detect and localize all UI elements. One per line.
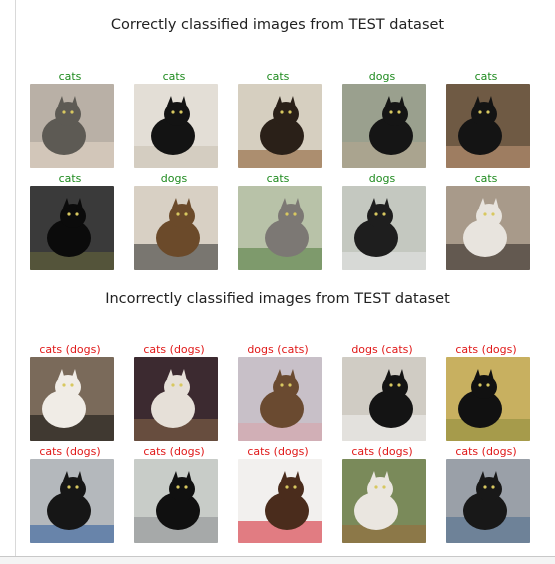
incorrect-image-cell: cats (dogs) [126, 445, 222, 543]
correct-image-cell: cats [230, 172, 326, 270]
correct-image-cell: dogs [334, 70, 430, 168]
black-kitten-held-photo [446, 84, 530, 168]
output-footer-strip [0, 557, 555, 564]
correct-image-cell: cats [22, 70, 118, 168]
prediction-label: cats (dogs) [247, 445, 309, 458]
black-dog-on-grass-photo [446, 357, 530, 441]
correct-image-cell: cats [126, 70, 222, 168]
shepherd-dog-indoors-photo [134, 186, 218, 270]
grey-cat-with-plant-photo [238, 186, 322, 270]
correct-section-title: Correctly classified images from TEST da… [110, 17, 445, 33]
prediction-label: cats [58, 70, 82, 83]
tortoiseshell-cat-in-crate-photo [238, 357, 322, 441]
correct-image-cell: dogs [126, 172, 222, 270]
black-puppy-on-gravel-photo [342, 84, 426, 168]
prediction-label: dogs [368, 70, 396, 83]
prediction-label: cats (dogs) [351, 445, 413, 458]
correct-image-cell: cats [438, 70, 534, 168]
incorrect-image-cell: cats (dogs) [126, 343, 222, 441]
prediction-label: dogs [160, 172, 188, 185]
correct-image-cell: cats [230, 70, 326, 168]
calico-cat-photo [446, 186, 530, 270]
beagle-puppy-on-grass-photo [342, 459, 426, 543]
black-dog-on-leash-photo [30, 459, 114, 543]
black-dog-in-room-photo [446, 459, 530, 543]
prediction-label: cats [474, 172, 498, 185]
incorrect-section-title: Incorrectly classified images from TEST … [105, 291, 450, 307]
incorrect-image-cell: cats (dogs) [22, 445, 118, 543]
black-white-puppy-photo [30, 357, 114, 441]
correct-image-cell: cats [438, 172, 534, 270]
incorrect-image-cell: dogs (cats) [230, 343, 326, 441]
incorrect-image-cell: cats (dogs) [22, 343, 118, 441]
beagle-on-lap-photo [134, 357, 218, 441]
incorrect-image-cell: cats (dogs) [438, 445, 534, 543]
black-cat-closeup-photo [30, 186, 114, 270]
black-pug-by-cage-photo [134, 459, 218, 543]
incorrect-image-cell: cats (dogs) [438, 343, 534, 441]
prediction-label: cats [58, 172, 82, 185]
prediction-label: dogs (cats) [351, 343, 413, 356]
tortoiseshell-cat-photo [238, 84, 322, 168]
small-dog-on-red-mat-photo [238, 459, 322, 543]
prediction-label: cats (dogs) [143, 343, 205, 356]
incorrect-image-cell: cats (dogs) [334, 445, 430, 543]
prediction-label: dogs [368, 172, 396, 185]
prediction-label: cats [474, 70, 498, 83]
prediction-label: cats [162, 70, 186, 83]
black-cat-photo [134, 84, 218, 168]
correct-image-cell: cats [22, 172, 118, 270]
dog-behind-fence-photo [342, 186, 426, 270]
left-border [15, 0, 16, 556]
two-tuxedo-kittens-photo [342, 357, 426, 441]
prediction-label: cats (dogs) [39, 445, 101, 458]
prediction-label: cats (dogs) [455, 445, 517, 458]
prediction-label: dogs (cats) [247, 343, 309, 356]
prediction-label: cats [266, 172, 290, 185]
tabby-cat-held-photo [30, 84, 114, 168]
incorrect-image-cell: dogs (cats) [334, 343, 430, 441]
prediction-label: cats (dogs) [455, 343, 517, 356]
prediction-label: cats (dogs) [143, 445, 205, 458]
prediction-label: cats (dogs) [39, 343, 101, 356]
incorrect-image-cell: cats (dogs) [230, 445, 326, 543]
prediction-label: cats [266, 70, 290, 83]
correct-image-cell: dogs [334, 172, 430, 270]
